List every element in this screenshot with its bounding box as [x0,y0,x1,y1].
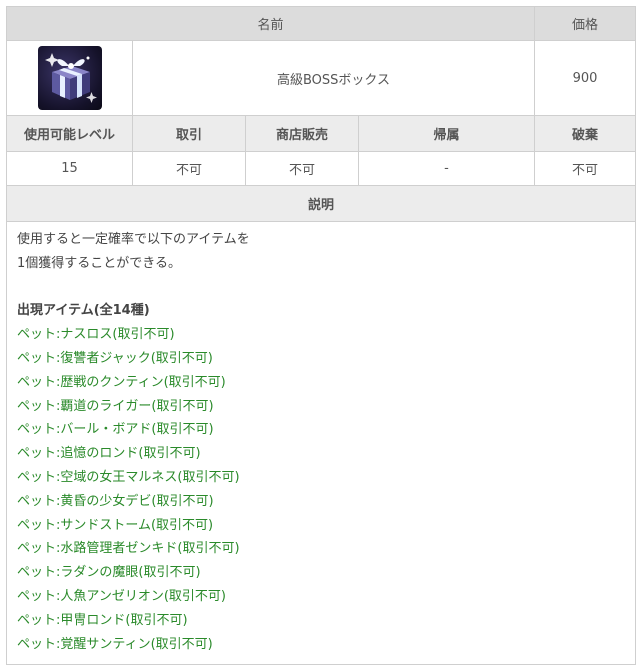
item-name: 高級BOSSボックス [131,40,536,116]
list-item: ペット:バール・ボアド(取引不可) [17,422,214,438]
description-line: 1個獲得することができる。 [17,255,182,271]
discard-header: 破棄 [534,115,637,152]
description-line: 使用すると一定確率で以下のアイテムを [17,232,250,247]
list-item: ペット:ラダンの魔眼(取引不可) [17,565,201,581]
description-body: 使用すると一定確率で以下のアイテムを 1個獲得することができる。 出現アイテム(… [5,221,637,665]
description-header: 説明 [5,185,637,222]
list-item: ペット:水路管理者ゼンキド(取引不可) [17,541,240,557]
list-item: ペット:復讐者ジャック(取引不可) [17,350,213,366]
trade-header: 取引 [132,115,246,152]
list-item: ペット:サンドストーム(取引不可) [17,517,214,533]
level-header: 使用可能レベル [6,115,133,152]
shop-sale-header: 商店販売 [245,115,359,152]
binding-value: - [357,151,536,186]
binding-header: 帰属 [357,115,536,152]
gift-box-icon [37,46,102,110]
list-item: ペット:追憶のロンド(取引不可) [17,446,201,462]
list-item: ペット:ナスロス(取引不可) [17,327,175,343]
price-column-header: 価格 [534,6,637,41]
list-item: ペット:歴戦のクンティン(取引不可) [17,374,226,390]
list-item: ペット:甲冑ロンド(取引不可) [17,612,188,628]
level-value: 15 [6,151,133,186]
item-icon-cell [6,40,133,116]
list-item: ペット:覇道のライガー(取引不可) [17,398,214,414]
trade-value: 不可 [132,151,246,186]
item-info-table-container: 名前 価格 高級BOSSボックス 900 使用可能レベル 取引 商店販売 帰属 … [5,6,637,665]
item-info-table: 名前 価格 高級BOSSボックス 900 使用可能レベル 取引 商店販売 帰属 … [5,6,637,665]
list-item: ペット:空域の女王マルネス(取引不可) [17,469,240,485]
items-title: 出現アイテム(全14種) [17,303,150,319]
list-item: ペット:覚醒サンティン(取引不可) [17,636,213,652]
list-item: ペット:人魚アンゼリオン(取引不可) [17,588,227,604]
shop-sale-value: 不可 [245,151,359,186]
list-item: ペット:黄昏の少女デビ(取引不可) [17,493,214,509]
item-price: 900 [534,40,637,116]
name-column-header: 名前 [5,6,536,41]
discard-value: 不可 [534,151,637,186]
